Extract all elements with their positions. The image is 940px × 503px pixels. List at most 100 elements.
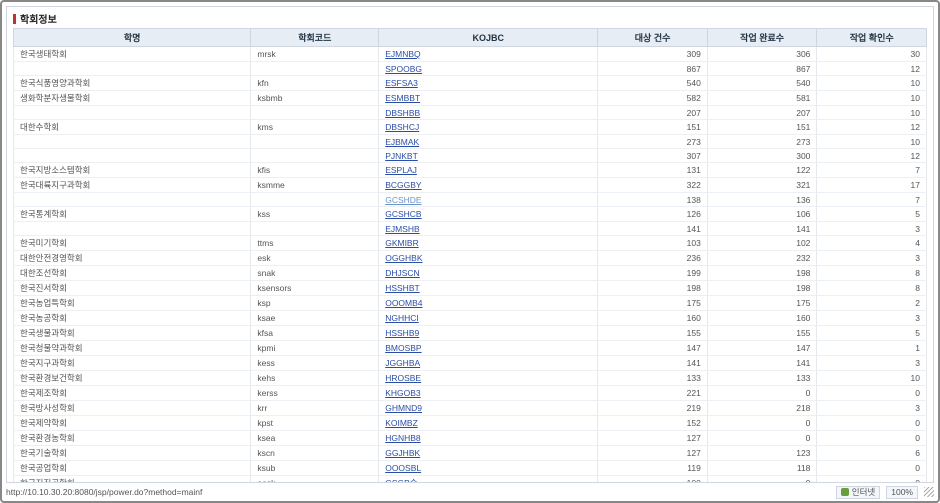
cell-code: mrsk [251, 47, 379, 62]
col-kojbc[interactable]: KOJBC [379, 29, 598, 47]
cell-done: 175 [707, 296, 817, 311]
cell-kojbc-link[interactable]: EJMSHB [379, 222, 598, 236]
cell-code [251, 193, 379, 207]
cell-kojbc-link[interactable]: NGHHCI [379, 311, 598, 326]
cell-kojbc-link[interactable]: OOOMB4 [379, 296, 598, 311]
cell-target: 141 [598, 356, 708, 371]
table-row: EJBMAK27327310 [14, 135, 927, 149]
resize-grip-icon[interactable] [924, 487, 934, 497]
cell-done: 118 [707, 461, 817, 476]
col-code[interactable]: 학회코드 [251, 29, 379, 47]
cell-kojbc-link[interactable]: OOOSBL [379, 461, 598, 476]
cell-confirm: 4 [817, 236, 927, 251]
cell-confirm: 3 [817, 222, 927, 236]
zone-label: 인터넷 [852, 486, 875, 498]
cell-society: 한국통계학회 [14, 207, 251, 222]
cell-confirm: 3 [817, 401, 927, 416]
table-row: 한국제약학회kpstKOIMBZ15200 [14, 416, 927, 431]
cell-done: 106 [707, 207, 817, 222]
cell-target: 221 [598, 386, 708, 401]
cell-done: 198 [707, 266, 817, 281]
cell-kojbc-link[interactable]: KOIMBZ [379, 416, 598, 431]
zoom-indicator[interactable]: 100% [886, 486, 918, 499]
cell-confirm: 7 [817, 193, 927, 207]
cell-kojbc-link[interactable]: PJNKBT [379, 149, 598, 163]
cell-code: kerss [251, 386, 379, 401]
cell-code: ksp [251, 296, 379, 311]
cell-society: 한국생태학회 [14, 47, 251, 62]
cell-target: 540 [598, 76, 708, 91]
table-row: 한국환경농학회kseaHGNHB812700 [14, 431, 927, 446]
cell-target: 131 [598, 163, 708, 178]
main-scroll-region[interactable]: 학회정보 학명 학회코드 KOJBC 대상 건수 작업 완료수 작업 확인수 한… [6, 6, 934, 483]
cell-kojbc-link[interactable]: SPOOBG [379, 62, 598, 76]
col-confirm[interactable]: 작업 확인수 [817, 29, 927, 47]
cell-done: 198 [707, 281, 817, 296]
cell-kojbc-link[interactable]: BMOSBP [379, 341, 598, 356]
cell-done: 540 [707, 76, 817, 91]
cell-kojbc-link[interactable]: HSSHBT [379, 281, 598, 296]
cell-target: 199 [598, 266, 708, 281]
cell-kojbc-link[interactable]: ESMBBT [379, 91, 598, 106]
cell-society: 한국환경보건학회 [14, 371, 251, 386]
col-society[interactable]: 학명 [14, 29, 251, 47]
cell-kojbc-link[interactable]: DBSHCJ [379, 120, 598, 135]
cell-kojbc-link[interactable]: KHGOB3 [379, 386, 598, 401]
cell-code: ksae [251, 311, 379, 326]
col-done[interactable]: 작업 완료수 [707, 29, 817, 47]
cell-target: 309 [598, 47, 708, 62]
cell-kojbc-link[interactable]: HROSBE [379, 371, 598, 386]
society-table: 학명 학회코드 KOJBC 대상 건수 작업 완료수 작업 확인수 한국생태학회… [13, 28, 927, 483]
table-row: 한국농업특학회kspOOOMB41751752 [14, 296, 927, 311]
table-row: 한국환경보건학회kehsHROSBE13313310 [14, 371, 927, 386]
table-row: 대한수학회kmsDBSHCJ15115112 [14, 120, 927, 135]
cell-confirm: 10 [817, 76, 927, 91]
cell-kojbc-link[interactable]: BCGGBY [379, 178, 598, 193]
cell-kojbc-link[interactable]: EJBMAK [379, 135, 598, 149]
cell-kojbc-link[interactable]: ESFSA3 [379, 76, 598, 91]
table-row: PJNKBT30730012 [14, 149, 927, 163]
cell-confirm: 7 [817, 163, 927, 178]
status-bar: http://10.10.30.20:8080/jsp/power.do?met… [6, 485, 934, 499]
cell-kojbc-link[interactable]: HGNHB8 [379, 431, 598, 446]
cell-confirm: 0 [817, 476, 927, 484]
table-row: 한국기술학회kscnGGJHBK1271236 [14, 446, 927, 461]
zone-icon [841, 488, 849, 496]
cell-kojbc-link[interactable]: GKMIBR [379, 236, 598, 251]
cell-done: 141 [707, 356, 817, 371]
table-header-row: 학명 학회코드 KOJBC 대상 건수 작업 완료수 작업 확인수 [14, 29, 927, 47]
cell-confirm: 17 [817, 178, 927, 193]
table-row: 한국지방소스템학회kfisESPLAJ1311227 [14, 163, 927, 178]
cell-kojbc-link[interactable]: ESPLAJ [379, 163, 598, 178]
cell-done: 136 [707, 193, 817, 207]
cell-done: 133 [707, 371, 817, 386]
cell-code: kscn [251, 446, 379, 461]
cell-done: 321 [707, 178, 817, 193]
cell-kojbc-link[interactable]: DBSHBB [379, 106, 598, 120]
cell-kojbc-link[interactable]: GCSHCB [379, 207, 598, 222]
cell-confirm: 10 [817, 106, 927, 120]
cell-kojbc-link[interactable]: GSGB슴 [379, 476, 598, 484]
cell-kojbc-link[interactable]: GGJHBK [379, 446, 598, 461]
cell-code: snak [251, 266, 379, 281]
cell-society: 대한안전경영학회 [14, 251, 251, 266]
cell-confirm: 10 [817, 135, 927, 149]
cell-kojbc-link[interactable]: GCSHDE [379, 193, 598, 207]
col-target[interactable]: 대상 건수 [598, 29, 708, 47]
cell-kojbc-link[interactable]: GHMND9 [379, 401, 598, 416]
cell-kojbc-link[interactable]: DHJSCN [379, 266, 598, 281]
cell-society: 한국청물약과학회 [14, 341, 251, 356]
table-row: 한국생태학회mrskEJMNBQ30930630 [14, 47, 927, 62]
cell-target: 126 [598, 207, 708, 222]
cell-kojbc-link[interactable]: HSSHB9 [379, 326, 598, 341]
cell-kojbc-link[interactable]: OGGHBK [379, 251, 598, 266]
table-row: DBSHBB20720710 [14, 106, 927, 120]
table-row: 대한조선학회snakDHJSCN1991988 [14, 266, 927, 281]
cell-done: 581 [707, 91, 817, 106]
cell-society: 한국농업특학회 [14, 296, 251, 311]
security-zone[interactable]: 인터넷 [836, 486, 880, 499]
cell-kojbc-link[interactable]: JGGHBA [379, 356, 598, 371]
cell-confirm: 6 [817, 446, 927, 461]
cell-kojbc-link[interactable]: EJMNBQ [379, 47, 598, 62]
cell-society: 한국식품영양과학회 [14, 76, 251, 91]
